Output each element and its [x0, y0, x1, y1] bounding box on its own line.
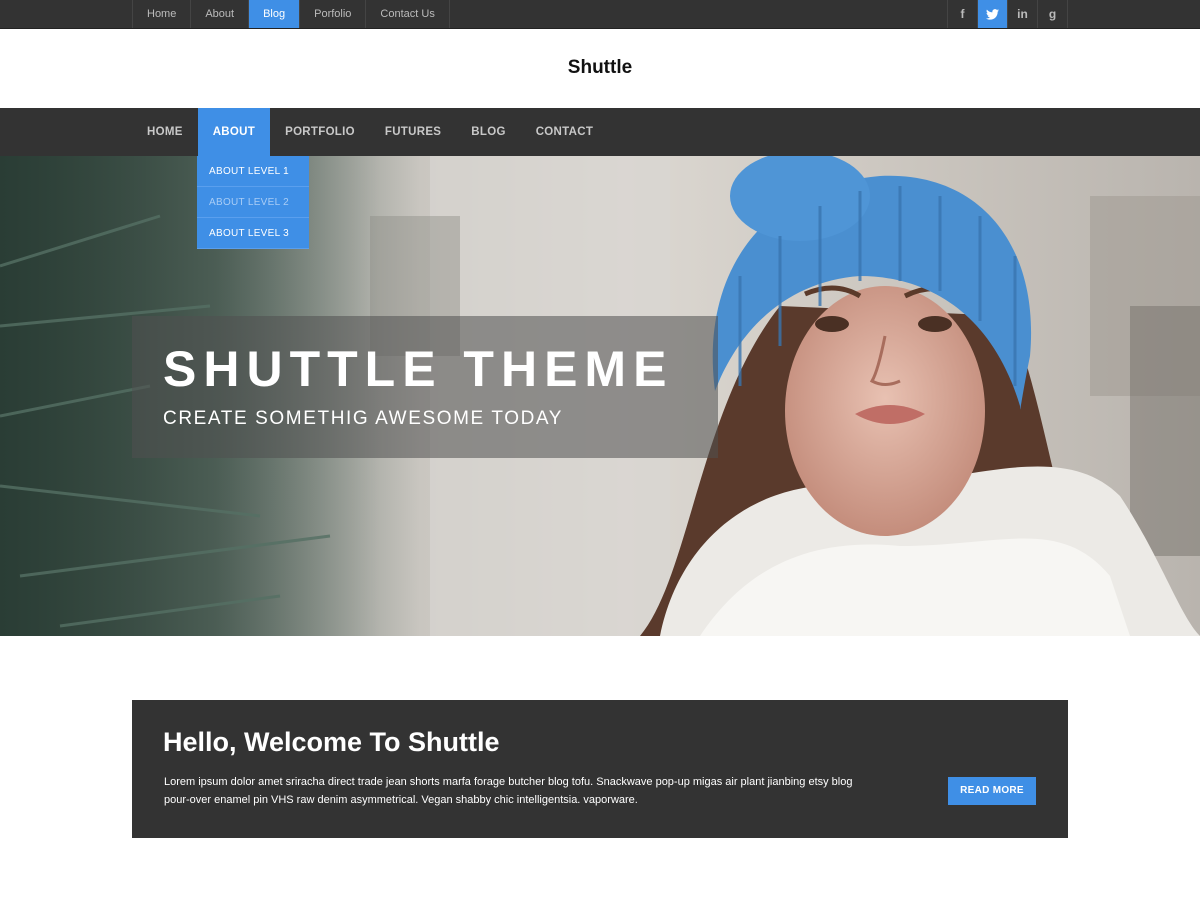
top-nav: Home About Blog Porfolio Contact Us — [132, 0, 450, 28]
social-links: f in g — [947, 0, 1068, 28]
nav-contact[interactable]: CONTACT — [521, 108, 608, 156]
top-nav-portfolio[interactable]: Porfolio — [300, 0, 367, 28]
nav-home[interactable]: HOME — [132, 108, 198, 156]
hero-title: SHUTTLE THEME — [163, 341, 674, 397]
top-nav-home[interactable]: Home — [133, 0, 192, 28]
nav-about[interactable]: ABOUT — [197, 108, 271, 156]
about-dropdown: ABOUT LEVEL 1 ABOUT LEVEL 2 ABOUT LEVEL … — [197, 156, 309, 249]
top-nav-contact[interactable]: Contact Us — [366, 0, 450, 28]
hero-slider: SHUTTLE THEME CREATE SOMETHIG AWESOME TO… — [0, 156, 1200, 636]
top-nav-blog[interactable]: Blog — [249, 0, 301, 28]
hero-caption: SHUTTLE THEME CREATE SOMETHIG AWESOME TO… — [132, 316, 718, 458]
top-bar: Home About Blog Porfolio Contact Us f in… — [0, 0, 1200, 29]
dropdown-about-level-1[interactable]: ABOUT LEVEL 1 — [197, 156, 309, 187]
read-more-button[interactable]: READ MORE — [948, 777, 1036, 805]
hero-subtitle: CREATE SOMETHIG AWESOME TODAY — [163, 408, 564, 429]
welcome-section: Hello, Welcome To Shuttle Lorem ipsum do… — [132, 700, 1068, 838]
welcome-title: Hello, Welcome To Shuttle — [163, 727, 500, 757]
twitter-icon[interactable] — [978, 0, 1008, 28]
welcome-text: Lorem ipsum dolor amet sriracha direct t… — [164, 776, 853, 806]
site-header: Shuttle — [0, 29, 1200, 108]
nav-portfolio[interactable]: PORTFOLIO — [270, 108, 370, 156]
site-title[interactable]: Shuttle — [0, 57, 1200, 79]
dropdown-about-level-3[interactable]: ABOUT LEVEL 3 — [197, 218, 309, 249]
facebook-icon[interactable]: f — [948, 0, 978, 28]
dropdown-about-level-2[interactable]: ABOUT LEVEL 2 — [197, 187, 309, 218]
nav-futures[interactable]: FUTURES — [370, 108, 456, 156]
main-nav: HOME ABOUT PORTFOLIO FUTURES BLOG CONTAC… — [0, 108, 1200, 156]
nav-blog[interactable]: BLOG — [456, 108, 520, 156]
google-icon[interactable]: g — [1038, 0, 1068, 28]
top-nav-about[interactable]: About — [191, 0, 250, 28]
linkedin-icon[interactable]: in — [1008, 0, 1038, 28]
